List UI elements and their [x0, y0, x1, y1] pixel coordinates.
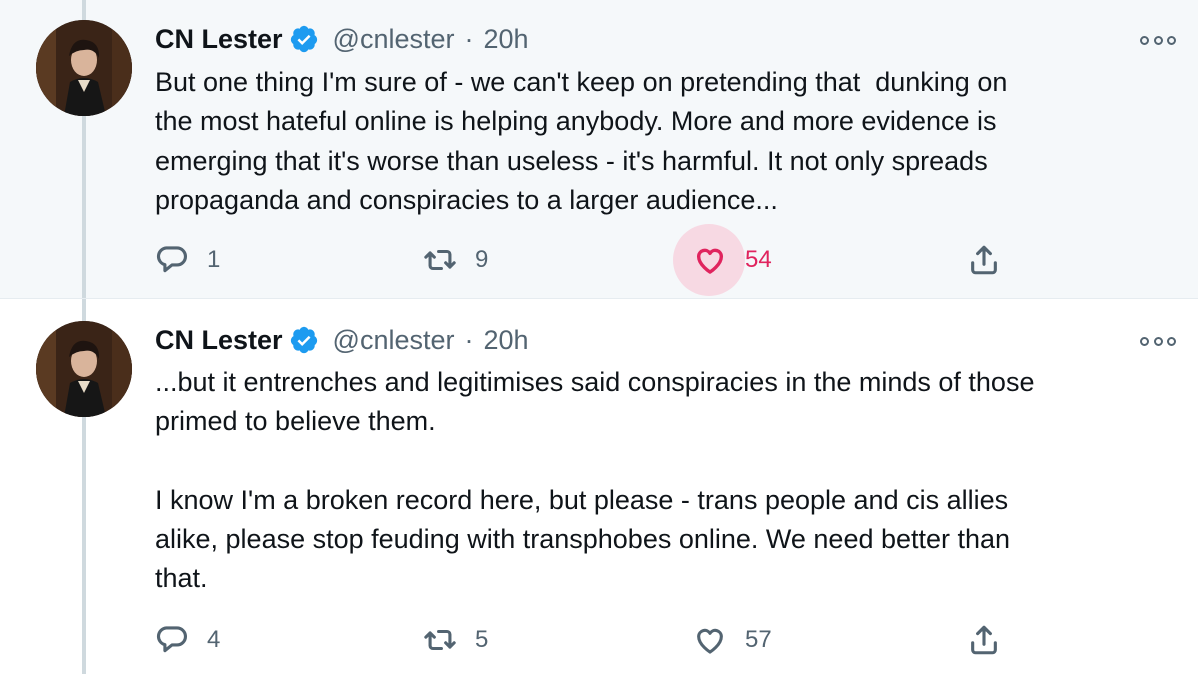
separator-dot: · — [464, 23, 474, 54]
like-button[interactable]: 57 — [693, 616, 772, 664]
like-button[interactable]: 54 — [673, 224, 772, 296]
tweet-text: ...but it entrenches and legitimises sai… — [155, 367, 1035, 594]
tweet-actions: 4 5 57 — [155, 616, 1035, 664]
heart-icon — [696, 248, 724, 274]
thread-line-middle — [82, 116, 86, 298]
more-options-icon[interactable] — [1140, 33, 1176, 47]
tweet[interactable]: CN Lester @cnlester · 20h But one thing … — [0, 0, 1198, 298]
thread-line-top — [82, 0, 86, 20]
reply-button[interactable]: 1 — [155, 236, 220, 284]
verified-badge-icon — [290, 25, 317, 53]
like-count: 57 — [745, 626, 772, 653]
like-count: 54 — [745, 246, 772, 273]
tweet-text: But one thing I'm sure of - we can't kee… — [155, 67, 1008, 215]
tweet-header: CN Lester @cnlester · 20h — [155, 19, 529, 59]
author-handle[interactable]: @cnlester — [333, 24, 455, 55]
retweet-icon — [424, 629, 456, 651]
reply-count: 4 — [207, 626, 221, 653]
retweet-count: 9 — [475, 246, 489, 273]
tweet-timestamp[interactable]: 20h — [484, 24, 529, 55]
retweet-button[interactable]: 9 — [423, 236, 488, 284]
thread-line-bottom — [82, 417, 86, 674]
tweet-actions: 1 9 54 — [155, 224, 1035, 296]
retweet-button[interactable]: 5 — [423, 616, 488, 664]
tweet[interactable]: CN Lester @cnlester · 20h ...but it entr… — [0, 298, 1198, 674]
retweet-count: 5 — [475, 626, 489, 653]
reply-button[interactable]: 4 — [155, 616, 220, 664]
reply-icon — [156, 246, 187, 273]
avatar[interactable] — [36, 321, 132, 417]
retweet-icon — [424, 249, 456, 271]
separator-dot: · — [464, 324, 474, 355]
share-button[interactable] — [967, 236, 1001, 284]
author-name[interactable]: CN Lester — [155, 24, 283, 55]
share-icon — [971, 245, 997, 275]
thread-line-top — [82, 299, 86, 321]
share-icon — [971, 625, 997, 655]
avatar[interactable] — [36, 20, 132, 116]
share-button[interactable] — [967, 616, 1001, 664]
author-name[interactable]: CN Lester — [155, 325, 283, 356]
more-options-icon[interactable] — [1140, 334, 1176, 348]
tweet-timestamp[interactable]: 20h — [484, 325, 529, 356]
verified-badge-icon — [290, 326, 317, 354]
heart-icon — [697, 628, 723, 654]
reply-icon — [156, 626, 187, 653]
tweet-header: CN Lester @cnlester · 20h — [155, 320, 529, 360]
reply-count: 1 — [207, 246, 221, 273]
author-handle[interactable]: @cnlester — [333, 325, 455, 356]
